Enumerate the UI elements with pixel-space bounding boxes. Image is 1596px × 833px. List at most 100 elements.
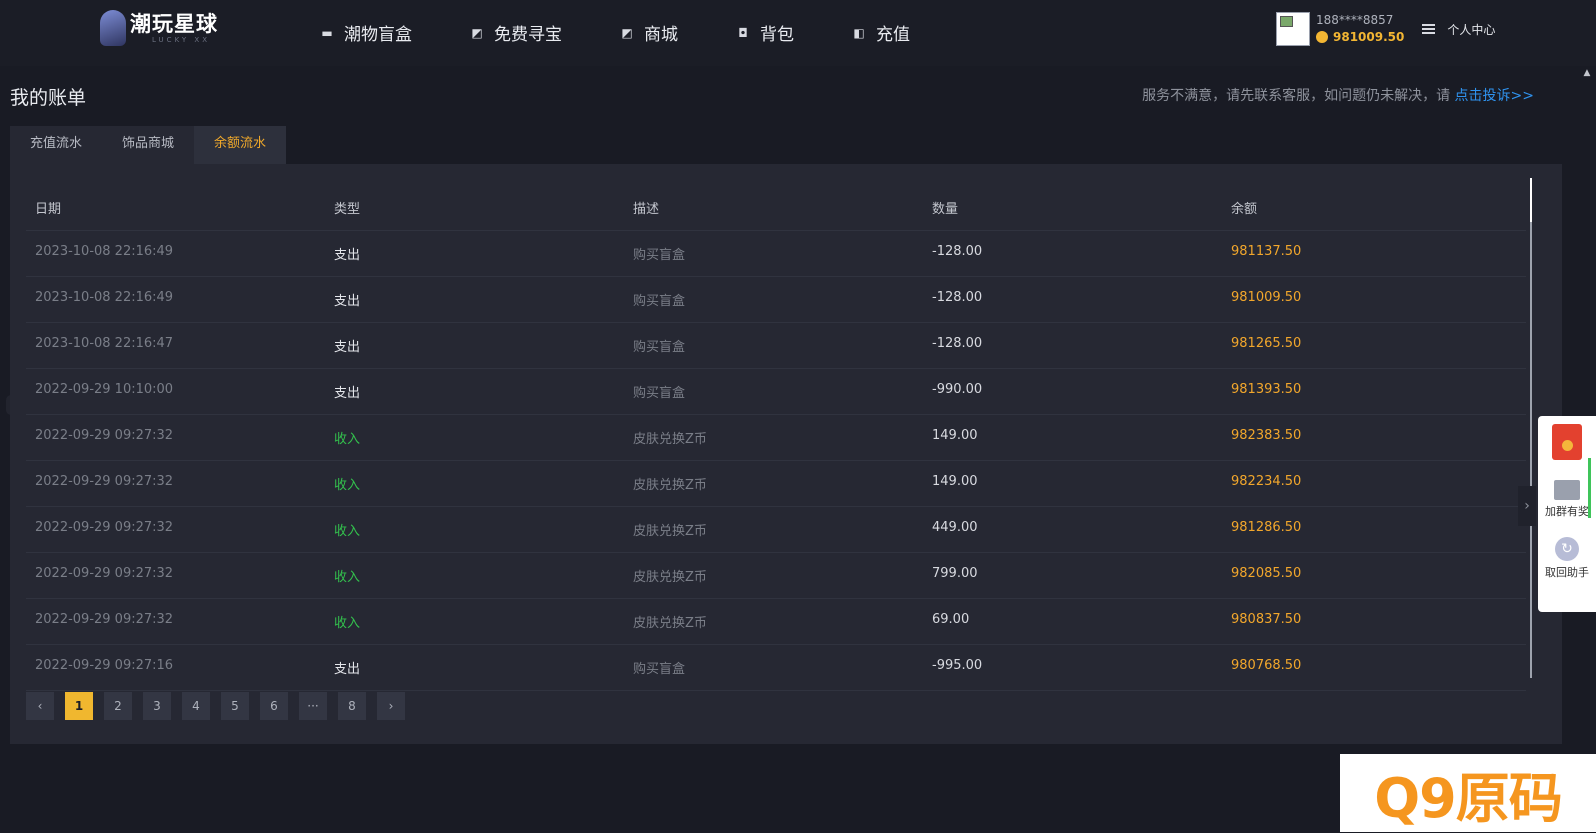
image-icon: ◩ [471, 25, 483, 40]
retrieve-helper-button[interactable]: ↻ 取回助手 [1538, 527, 1596, 580]
site-logo[interactable]: 潮玩星球 LUCKY XX [100, 10, 218, 46]
pagination: ‹ 1 2 3 4 5 6 ··· 8 › [26, 692, 416, 720]
table-row: 2023-10-08 22:16:49 支出 购买盲盒 -128.00 9810… [26, 277, 1526, 323]
cell-type: 支出 [334, 294, 361, 309]
nav-item-blind-box[interactable]: ▬ 潮物盲盒 [320, 20, 412, 45]
balance-value: 981009.50 [1333, 30, 1405, 44]
cell-desc: 皮肤兑换Z币 [633, 616, 707, 631]
list-icon [1422, 24, 1436, 34]
table-row: 2022-09-29 09:27:32 收入 皮肤兑换Z币 149.00 982… [26, 415, 1526, 461]
table-row: 2022-09-29 09:27:32 收入 皮肤兑换Z币 799.00 982… [26, 553, 1526, 599]
cell-qty: 799.00 [932, 566, 978, 581]
page-button-2[interactable]: 2 [104, 692, 132, 720]
table-body: 2023-10-08 22:16:49 支出 购买盲盒 -128.00 9811… [26, 231, 1526, 691]
cell-qty: 149.00 [932, 428, 978, 443]
cell-date: 2023-10-08 22:16:49 [35, 290, 174, 305]
tab-balance-flow[interactable]: 余额流水 [194, 126, 286, 164]
cell-date: 2022-09-29 10:10:00 [35, 382, 174, 397]
page-button-8[interactable]: 8 [338, 692, 366, 720]
cell-balance: 981137.50 [1231, 244, 1302, 259]
retrieve-icon: ↻ [1555, 537, 1579, 561]
cell-date: 2022-09-29 09:27:32 [35, 474, 174, 489]
col-type: 类型 [334, 202, 361, 217]
notice-text: 服务不满意，请先联系客服，如问题仍未解决，请 [1142, 88, 1451, 104]
box-icon: ▬ [321, 25, 333, 40]
cell-balance: 982383.50 [1231, 428, 1302, 443]
col-date: 日期 [35, 202, 62, 217]
mascot-logo-icon [100, 10, 126, 46]
cell-desc: 皮肤兑换Z币 [633, 478, 707, 493]
table-row: 2022-09-29 09:27:32 收入 皮肤兑换Z币 149.00 982… [26, 461, 1526, 507]
cell-qty: 69.00 [932, 612, 970, 627]
personal-center-label: 个人中心 [1447, 22, 1496, 37]
cell-qty: 149.00 [932, 474, 978, 489]
table-row: 2022-09-29 09:27:32 收入 皮肤兑换Z币 69.00 9808… [26, 599, 1526, 645]
bill-tabs: 充值流水 饰品商城 余额流水 [10, 126, 286, 164]
cell-date: 2023-10-08 22:16:49 [35, 244, 174, 259]
next-page-button[interactable]: › [377, 692, 405, 720]
nav-item-recharge[interactable]: ◧ 充值 [852, 20, 910, 45]
scrollbar-thumb[interactable] [1530, 178, 1532, 222]
col-balance: 余额 [1231, 202, 1258, 217]
cell-qty: 449.00 [932, 520, 978, 535]
page-button-3[interactable]: 3 [143, 692, 171, 720]
cell-desc: 皮肤兑换Z币 [633, 524, 707, 539]
coin-icon [1316, 31, 1328, 43]
top-navbar: 潮玩星球 LUCKY XX ▬ 潮物盲盒 ◩ 免费寻宝 ◩ 商城 ◘ 背包 ◧ … [0, 0, 1596, 66]
nav-item-backpack[interactable]: ◘ 背包 [736, 20, 794, 45]
cell-qty: -128.00 [932, 336, 983, 351]
table-row: 2023-10-08 22:16:49 支出 购买盲盒 -128.00 9811… [26, 231, 1526, 277]
cell-desc: 皮肤兑换Z币 [633, 432, 707, 447]
complaint-link[interactable]: 点击投诉>> [1455, 88, 1534, 104]
prev-page-button[interactable]: ‹ [26, 692, 54, 720]
nav-label: 潮物盲盒 [344, 25, 412, 45]
nav-label: 商城 [644, 25, 678, 45]
page-button-4[interactable]: 4 [182, 692, 210, 720]
cell-qty: -128.00 [932, 290, 983, 305]
bill-panel: 日期 类型 描述 数量 余额 2023-10-08 22:16:49 支出 购买… [10, 164, 1562, 744]
cell-balance: 982085.50 [1231, 566, 1302, 581]
page-button-5[interactable]: 5 [221, 692, 249, 720]
chevron-right-icon[interactable]: › [1518, 486, 1536, 526]
cell-type: 收入 [334, 570, 361, 585]
cell-type: 支出 [334, 248, 361, 263]
col-qty: 数量 [932, 202, 959, 217]
watermark-logo: Q9原码 [1340, 754, 1596, 832]
table-row: 2023-10-08 22:16:47 支出 购买盲盒 -128.00 9812… [26, 323, 1526, 369]
cell-type: 支出 [334, 662, 361, 677]
cell-desc: 购买盲盒 [633, 248, 686, 263]
nav-item-free-treasure[interactable]: ◩ 免费寻宝 [470, 20, 562, 45]
red-packet-button[interactable] [1538, 424, 1596, 460]
side-indicator [1588, 458, 1591, 518]
wallet-icon: ◧ [853, 25, 865, 40]
table-header: 日期 类型 描述 数量 余额 [26, 186, 1526, 231]
cell-desc: 购买盲盒 [633, 294, 686, 309]
cell-qty: -995.00 [932, 658, 983, 673]
tab-recharge-flow[interactable]: 充值流水 [10, 126, 102, 164]
personal-center-link[interactable]: 个人中心 [1422, 21, 1495, 38]
table-scrollbar[interactable] [1530, 178, 1532, 678]
brand-name: 潮玩星球 [130, 12, 218, 36]
cell-type: 收入 [334, 524, 361, 539]
page-button-1[interactable]: 1 [65, 692, 93, 720]
cell-desc: 皮肤兑换Z币 [633, 570, 707, 585]
cell-type: 支出 [334, 386, 361, 401]
page-scroll-up-arrow-icon[interactable]: ▲ [1580, 68, 1594, 82]
cell-date: 2022-09-29 09:27:32 [35, 612, 174, 627]
service-notice: 服务不满意，请先联系客服，如问题仍未解决，请 点击投诉>> [1142, 85, 1534, 105]
cell-qty: -128.00 [932, 244, 983, 259]
table-row: 2022-09-29 09:27:16 支出 购买盲盒 -995.00 9807… [26, 645, 1526, 691]
table-row: 2022-09-29 09:27:32 收入 皮肤兑换Z币 449.00 981… [26, 507, 1526, 553]
page-ellipsis-button[interactable]: ··· [299, 692, 327, 720]
retrieve-helper-label: 取回助手 [1545, 566, 1589, 579]
tab-item-mall[interactable]: 饰品商城 [102, 126, 194, 164]
page-button-6[interactable]: 6 [260, 692, 288, 720]
cell-balance: 982234.50 [1231, 474, 1302, 489]
cell-type: 收入 [334, 478, 361, 493]
nav-item-mall[interactable]: ◩ 商城 [620, 20, 678, 45]
user-balance: 981009.50 [1316, 28, 1404, 46]
avatar[interactable] [1276, 12, 1310, 46]
cell-balance: 980837.50 [1231, 612, 1302, 627]
join-group-label: 加群有奖 [1545, 505, 1589, 518]
cell-date: 2023-10-08 22:16:47 [35, 336, 174, 351]
